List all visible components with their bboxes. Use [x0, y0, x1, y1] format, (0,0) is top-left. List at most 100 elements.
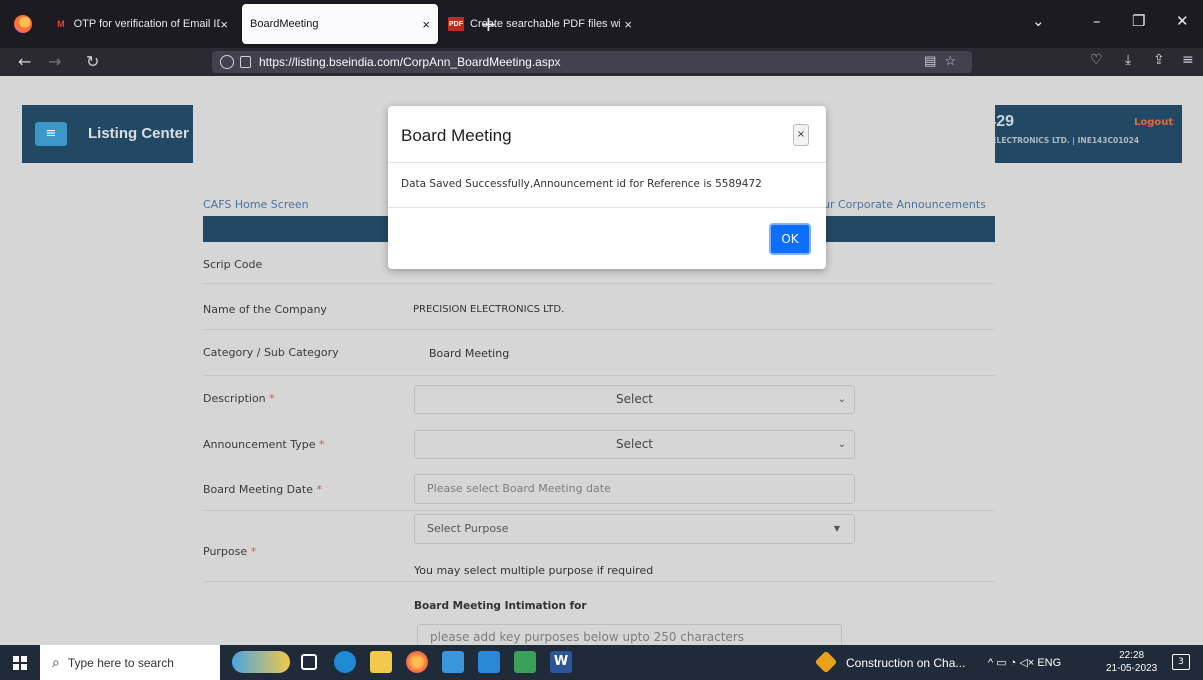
construction-icon	[814, 650, 838, 674]
chevron-down-icon: ⌄	[837, 439, 846, 450]
purpose-select[interactable]: Select Purpose ▼	[414, 514, 855, 544]
chevron-down-icon: ⌄	[837, 394, 846, 405]
description-select[interactable]: Select ⌄	[414, 385, 855, 414]
description-label: Description *	[203, 392, 275, 405]
search-highlight-icon[interactable]	[232, 651, 290, 673]
scrip-code-label: Scrip Code	[203, 258, 263, 271]
announcement-type-label-text: Announcement Type	[203, 438, 316, 451]
row-company: Name of the Company PRECISION ELECTRONIC…	[203, 284, 995, 330]
modal-divider	[388, 207, 826, 208]
firefox-taskbar-icon[interactable]	[406, 651, 428, 673]
extensions-icon[interactable]: ⇪	[1153, 52, 1165, 68]
photos-icon[interactable]	[514, 651, 536, 673]
close-tab-icon[interactable]: ×	[220, 17, 228, 32]
edge-icon[interactable]	[334, 651, 356, 673]
list-tabs-icon[interactable]: ⌄	[1032, 12, 1045, 30]
store-icon[interactable]	[442, 651, 464, 673]
hamburger-menu-button[interactable]: ≡	[35, 122, 67, 146]
clock-date: 21-05-2023	[1106, 663, 1158, 674]
task-view-icon[interactable]	[301, 654, 317, 670]
bm-date-label: Board Meeting Date *	[203, 483, 322, 496]
row-purpose: Purpose * Select Purpose ▼ You may select…	[203, 511, 995, 582]
forward-icon[interactable]: →	[48, 52, 61, 71]
mail-icon[interactable]	[478, 651, 500, 673]
gmail-icon: M	[57, 19, 65, 29]
back-icon[interactable]: ←	[18, 52, 31, 71]
browser-tab-bar: M OTP for verification of Email ID × Boa…	[0, 0, 1203, 48]
purpose-label: Purpose *	[203, 545, 256, 558]
reload-icon[interactable]: ↻	[86, 52, 99, 71]
purpose-select-value: Select Purpose	[427, 522, 509, 535]
logout-link[interactable]: Logout	[1134, 117, 1173, 128]
bm-date-input[interactable]: Please select Board Meeting date	[414, 474, 855, 504]
pdf-icon: PDF	[448, 17, 464, 31]
maximize-button[interactable]: ❐	[1132, 12, 1145, 30]
tab-boardmeeting[interactable]: BoardMeeting ×	[242, 4, 438, 44]
system-tray[interactable]: ^ ▭ ◔ ◁× ENG	[988, 656, 1061, 669]
board-meeting-modal: Board Meeting × Data Saved Successfully,…	[388, 106, 826, 269]
minimize-button[interactable]: –	[1093, 12, 1101, 30]
windows-start-icon[interactable]	[13, 656, 27, 670]
navigation-bar: ← → ↻ https://listing.bseindia.com/CorpA…	[0, 48, 1203, 76]
language-indicator[interactable]: ENG	[1037, 657, 1061, 669]
taskbar-search[interactable]: ⌕ Type here to search	[40, 645, 220, 680]
url-bar[interactable]: https://listing.bseindia.com/CorpAnn_Boa…	[212, 51, 972, 73]
tab-label: BoardMeeting	[250, 18, 319, 30]
announcement-type-select[interactable]: Select ⌄	[414, 430, 855, 459]
firefox-icon[interactable]	[14, 15, 32, 33]
intimation-textarea[interactable]: please add key purposes below upto 250 c…	[417, 624, 842, 645]
new-tab-button[interactable]: +	[480, 12, 497, 36]
announcement-type-select-value: Select	[615, 437, 654, 451]
description-select-value: Select	[615, 392, 654, 406]
purpose-label-text: Purpose	[203, 545, 248, 558]
row-announcement-type: Announcement Type * Select ⌄	[203, 422, 995, 468]
close-tab-icon[interactable]: ×	[422, 17, 430, 32]
intimation-heading: Board Meeting Intimation for	[414, 600, 587, 612]
pocket-icon[interactable]: ♡	[1090, 52, 1103, 68]
bm-date-label-text: Board Meeting Date	[203, 483, 313, 496]
menu-icon[interactable]: ≡	[1182, 52, 1194, 68]
description-label-text: Description	[203, 392, 266, 405]
caret-down-icon: ▼	[833, 524, 840, 533]
purpose-hint: You may select multiple purpose if requi…	[414, 564, 654, 577]
required-mark: *	[269, 392, 275, 405]
search-icon: ⌕	[52, 654, 60, 670]
reader-bookmark-icons[interactable]: ▤☆	[924, 53, 964, 69]
modal-divider	[388, 162, 826, 163]
required-mark: *	[316, 483, 322, 496]
row-intimation: Board Meeting Intimation for please add …	[203, 582, 995, 645]
close-tab-icon[interactable]: ×	[624, 17, 632, 32]
tab-otp-email[interactable]: M OTP for verification of Email ID ×	[46, 4, 236, 44]
category-label: Category / Sub Category	[203, 346, 339, 359]
tab-label: OTP for verification of Email ID	[73, 18, 221, 30]
word-icon[interactable]: W	[550, 651, 572, 673]
file-explorer-icon[interactable]	[370, 651, 392, 673]
ok-button[interactable]: OK	[769, 223, 811, 255]
row-category: Category / Sub Category Board Meeting	[203, 330, 995, 376]
tracking-shield-icon[interactable]	[220, 55, 234, 69]
announcement-type-label: Announcement Type *	[203, 438, 325, 451]
modal-message: Data Saved Successfully,Announcement id …	[401, 178, 762, 190]
required-mark: *	[250, 545, 257, 558]
company-value: PRECISION ELECTRONICS LTD.	[413, 304, 565, 315]
tab-pdf[interactable]: PDF Create searchable PDF files with ×	[440, 4, 640, 44]
notifications-icon[interactable]: 3	[1172, 654, 1190, 670]
active-task[interactable]: Construction on Cha...	[846, 656, 965, 670]
tray-icons[interactable]: ^ ▭ ◔ ◁×	[988, 657, 1037, 669]
clock-time: 22:28	[1119, 650, 1145, 661]
row-description: Description * Select ⌄	[203, 376, 995, 422]
downloads-icon[interactable]: ⤓	[1125, 52, 1131, 68]
corporate-announcements-link[interactable]: ur Corporate Announcements	[823, 198, 986, 211]
url-text[interactable]: https://listing.bseindia.com/CorpAnn_Boa…	[259, 55, 561, 69]
modal-close-button[interactable]: ×	[793, 124, 809, 146]
close-window-button[interactable]: ✕	[1176, 12, 1189, 30]
home-screen-link[interactable]: CAFS Home Screen	[203, 198, 309, 211]
company-label: Name of the Company	[203, 303, 327, 316]
clock[interactable]: 22:28 21-05-2023	[1106, 649, 1157, 675]
windows-taskbar: ⌕ Type here to search W Construction on …	[0, 645, 1203, 680]
row-bm-date: Board Meeting Date * Please select Board…	[203, 468, 995, 511]
search-placeholder: Type here to search	[67, 655, 174, 670]
app-title: Listing Center	[88, 125, 189, 142]
lock-icon[interactable]	[240, 56, 251, 68]
modal-title: Board Meeting	[401, 126, 512, 145]
